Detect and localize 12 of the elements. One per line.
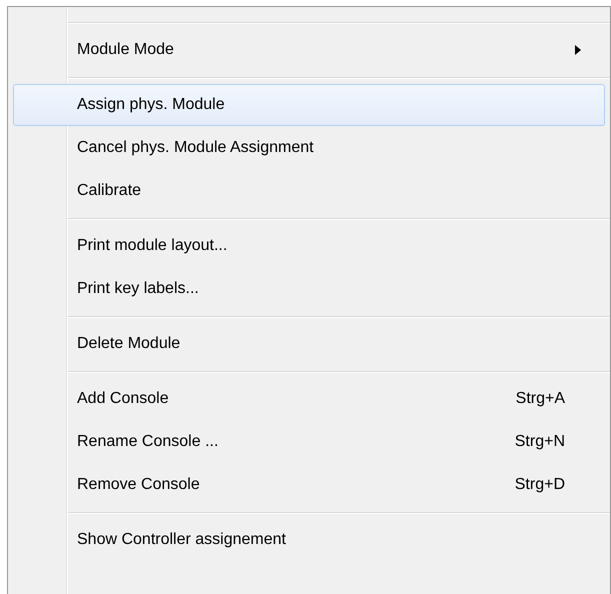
menu-item[interactable]: Assign phys. Module bbox=[13, 84, 605, 126]
menu-item[interactable]: Cancel phys. Module Assignment bbox=[13, 127, 605, 169]
menu-item[interactable]: Add Console Strg+A bbox=[13, 378, 605, 420]
menu-item[interactable]: Calibrate bbox=[13, 170, 605, 212]
menu-item[interactable]: Delete Module bbox=[13, 323, 605, 365]
menu-item[interactable]: Print key labels... bbox=[13, 268, 605, 310]
submenu-arrow-icon bbox=[575, 45, 581, 55]
menu-item[interactable]: Show Controller assignement bbox=[13, 519, 605, 561]
menu-item[interactable]: Remove Console Strg+D bbox=[13, 464, 605, 506]
menu-item[interactable]: Module Mode bbox=[13, 29, 605, 71]
menu-item[interactable]: Print module layout... bbox=[13, 225, 605, 267]
menu-item[interactable]: Rename Console ... Strg+N bbox=[13, 421, 605, 463]
